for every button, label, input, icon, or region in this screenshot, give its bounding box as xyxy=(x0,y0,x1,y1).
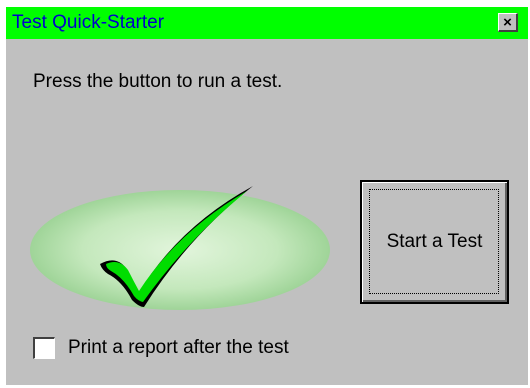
window-title: Test Quick-Starter xyxy=(12,12,165,33)
instruction-text: Press the button to run a test. xyxy=(33,71,283,92)
title-bar[interactable]: Test Quick-Starter × xyxy=(6,7,528,39)
dialog-window: Test Quick-Starter × Press the button to… xyxy=(6,7,528,385)
close-button[interactable]: × xyxy=(498,13,518,32)
start-test-label: Start a Test xyxy=(386,231,483,252)
print-report-checkbox[interactable] xyxy=(33,337,55,359)
print-report-option[interactable]: Print a report after the test xyxy=(33,337,289,359)
start-test-button[interactable]: Start a Test xyxy=(360,180,509,304)
close-icon: × xyxy=(503,13,512,31)
checkmark-icon xyxy=(30,186,330,310)
print-report-label: Print a report after the test xyxy=(68,337,289,358)
